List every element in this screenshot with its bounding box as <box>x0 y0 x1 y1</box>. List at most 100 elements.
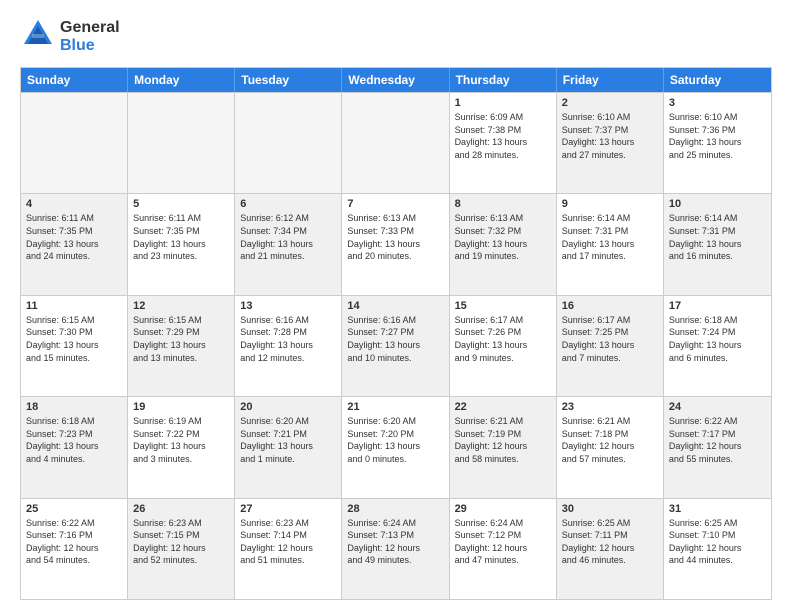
calendar-cell: 11 Sunrise: 6:15 AM Sunset: 7:30 PM Dayli… <box>21 296 128 396</box>
calendar-cell: 9 Sunrise: 6:14 AM Sunset: 7:31 PM Daylig… <box>557 194 664 294</box>
calendar-row: 25 Sunrise: 6:22 AM Sunset: 7:16 PM Dayli… <box>21 498 771 599</box>
calendar-header-cell: Wednesday <box>342 68 449 92</box>
day-number: 22 <box>455 401 551 413</box>
calendar-row: 1 Sunrise: 6:09 AM Sunset: 7:38 PM Daylig… <box>21 92 771 193</box>
day-info: Sunrise: 6:11 AM Sunset: 7:35 PM Dayligh… <box>26 212 122 262</box>
day-number: 25 <box>26 503 122 515</box>
day-number: 23 <box>562 401 658 413</box>
calendar-cell: 22 Sunrise: 6:21 AM Sunset: 7:19 PM Dayli… <box>450 397 557 497</box>
calendar-cell: 28Sunrise: 6:24 AM Sunset: 7:13 PM Dayli… <box>342 499 449 599</box>
day-number: 1 <box>455 97 551 109</box>
day-info: Sunrise: 6:10 AM Sunset: 7:36 PM Dayligh… <box>669 111 766 161</box>
day-info: Sunrise: 6:23 AM Sunset: 7:15 PM Dayligh… <box>133 517 229 567</box>
calendar-cell <box>21 93 128 193</box>
day-number: 13 <box>240 300 336 312</box>
calendar-cell: 18 Sunrise: 6:18 AM Sunset: 7:23 PM Dayli… <box>21 397 128 497</box>
logo-icon <box>20 16 56 57</box>
calendar-cell: 10Sunrise: 6:14 AM Sunset: 7:31 PM Dayli… <box>664 194 771 294</box>
calendar-header-cell: Thursday <box>450 68 557 92</box>
day-number: 18 <box>26 401 122 413</box>
calendar-header-cell: Friday <box>557 68 664 92</box>
logo-text: General Blue <box>60 19 120 55</box>
calendar-cell: 8 Sunrise: 6:13 AM Sunset: 7:32 PM Daylig… <box>450 194 557 294</box>
day-number: 11 <box>26 300 122 312</box>
calendar-cell <box>342 93 449 193</box>
calendar-cell: 6 Sunrise: 6:12 AM Sunset: 7:34 PM Daylig… <box>235 194 342 294</box>
day-info: Sunrise: 6:24 AM Sunset: 7:12 PM Dayligh… <box>455 517 551 567</box>
day-info: Sunrise: 6:24 AM Sunset: 7:13 PM Dayligh… <box>347 517 443 567</box>
calendar-header-cell: Sunday <box>21 68 128 92</box>
day-info: Sunrise: 6:21 AM Sunset: 7:18 PM Dayligh… <box>562 415 658 465</box>
day-info: Sunrise: 6:15 AM Sunset: 7:30 PM Dayligh… <box>26 314 122 364</box>
day-number: 4 <box>26 198 122 210</box>
day-number: 9 <box>562 198 658 210</box>
calendar-cell: 1 Sunrise: 6:09 AM Sunset: 7:38 PM Daylig… <box>450 93 557 193</box>
day-info: Sunrise: 6:18 AM Sunset: 7:24 PM Dayligh… <box>669 314 766 364</box>
day-number: 12 <box>133 300 229 312</box>
page: General Blue SundayMondayTuesdayWednesda… <box>0 0 792 612</box>
day-number: 26 <box>133 503 229 515</box>
day-number: 15 <box>455 300 551 312</box>
day-info: Sunrise: 6:13 AM Sunset: 7:32 PM Dayligh… <box>455 212 551 262</box>
calendar-cell: 15 Sunrise: 6:17 AM Sunset: 7:26 PM Dayli… <box>450 296 557 396</box>
day-info: Sunrise: 6:23 AM Sunset: 7:14 PM Dayligh… <box>240 517 336 567</box>
calendar-cell: 19 Sunrise: 6:19 AM Sunset: 7:22 PM Dayli… <box>128 397 235 497</box>
day-info: Sunrise: 6:11 AM Sunset: 7:35 PM Dayligh… <box>133 212 229 262</box>
day-info: Sunrise: 6:17 AM Sunset: 7:25 PM Dayligh… <box>562 314 658 364</box>
calendar-cell: 16Sunrise: 6:17 AM Sunset: 7:25 PM Dayli… <box>557 296 664 396</box>
calendar-cell: 12 Sunrise: 6:15 AM Sunset: 7:29 PM Dayli… <box>128 296 235 396</box>
calendar-cell: 17 Sunrise: 6:18 AM Sunset: 7:24 PM Dayli… <box>664 296 771 396</box>
day-number: 30 <box>562 503 658 515</box>
day-info: Sunrise: 6:15 AM Sunset: 7:29 PM Dayligh… <box>133 314 229 364</box>
day-info: Sunrise: 6:21 AM Sunset: 7:19 PM Dayligh… <box>455 415 551 465</box>
day-number: 5 <box>133 198 229 210</box>
calendar: SundayMondayTuesdayWednesdayThursdayFrid… <box>20 67 772 600</box>
calendar-cell: 29 Sunrise: 6:24 AM Sunset: 7:12 PM Dayli… <box>450 499 557 599</box>
calendar-cell <box>128 93 235 193</box>
calendar-cell: 14Sunrise: 6:16 AM Sunset: 7:27 PM Dayli… <box>342 296 449 396</box>
day-number: 29 <box>455 503 551 515</box>
calendar-header-cell: Tuesday <box>235 68 342 92</box>
calendar-cell: 26 Sunrise: 6:23 AM Sunset: 7:15 PM Dayli… <box>128 499 235 599</box>
calendar-cell: 13Sunrise: 6:16 AM Sunset: 7:28 PM Dayli… <box>235 296 342 396</box>
day-info: Sunrise: 6:25 AM Sunset: 7:10 PM Dayligh… <box>669 517 766 567</box>
day-info: Sunrise: 6:22 AM Sunset: 7:17 PM Dayligh… <box>669 415 766 465</box>
day-info: Sunrise: 6:19 AM Sunset: 7:22 PM Dayligh… <box>133 415 229 465</box>
day-number: 3 <box>669 97 766 109</box>
day-info: Sunrise: 6:20 AM Sunset: 7:21 PM Dayligh… <box>240 415 336 465</box>
calendar-cell <box>235 93 342 193</box>
calendar-cell: 23 Sunrise: 6:21 AM Sunset: 7:18 PM Dayli… <box>557 397 664 497</box>
calendar-cell: 21Sunrise: 6:20 AM Sunset: 7:20 PM Dayli… <box>342 397 449 497</box>
day-number: 17 <box>669 300 766 312</box>
header: General Blue <box>20 16 772 57</box>
day-number: 8 <box>455 198 551 210</box>
day-number: 14 <box>347 300 443 312</box>
day-number: 27 <box>240 503 336 515</box>
day-info: Sunrise: 6:09 AM Sunset: 7:38 PM Dayligh… <box>455 111 551 161</box>
day-info: Sunrise: 6:13 AM Sunset: 7:33 PM Dayligh… <box>347 212 443 262</box>
calendar-cell: 30 Sunrise: 6:25 AM Sunset: 7:11 PM Dayli… <box>557 499 664 599</box>
day-info: Sunrise: 6:18 AM Sunset: 7:23 PM Dayligh… <box>26 415 122 465</box>
calendar-cell: 7Sunrise: 6:13 AM Sunset: 7:33 PM Daylig… <box>342 194 449 294</box>
calendar-cell: 3 Sunrise: 6:10 AM Sunset: 7:36 PM Daylig… <box>664 93 771 193</box>
day-number: 6 <box>240 198 336 210</box>
day-info: Sunrise: 6:25 AM Sunset: 7:11 PM Dayligh… <box>562 517 658 567</box>
calendar-cell: 5 Sunrise: 6:11 AM Sunset: 7:35 PM Daylig… <box>128 194 235 294</box>
calendar-cell: 25 Sunrise: 6:22 AM Sunset: 7:16 PM Dayli… <box>21 499 128 599</box>
day-info: Sunrise: 6:22 AM Sunset: 7:16 PM Dayligh… <box>26 517 122 567</box>
calendar-cell: 4 Sunrise: 6:11 AM Sunset: 7:35 PM Daylig… <box>21 194 128 294</box>
calendar-header-row: SundayMondayTuesdayWednesdayThursdayFrid… <box>21 68 771 92</box>
calendar-cell: 2Sunrise: 6:10 AM Sunset: 7:37 PM Daylig… <box>557 93 664 193</box>
day-info: Sunrise: 6:10 AM Sunset: 7:37 PM Dayligh… <box>562 111 658 161</box>
day-number: 21 <box>347 401 443 413</box>
calendar-row: 18 Sunrise: 6:18 AM Sunset: 7:23 PM Dayli… <box>21 396 771 497</box>
day-number: 19 <box>133 401 229 413</box>
day-info: Sunrise: 6:14 AM Sunset: 7:31 PM Dayligh… <box>562 212 658 262</box>
logo: General Blue <box>20 16 120 57</box>
day-info: Sunrise: 6:12 AM Sunset: 7:34 PM Dayligh… <box>240 212 336 262</box>
calendar-cell: 31Sunrise: 6:25 AM Sunset: 7:10 PM Dayli… <box>664 499 771 599</box>
calendar-row: 4 Sunrise: 6:11 AM Sunset: 7:35 PM Daylig… <box>21 193 771 294</box>
day-number: 24 <box>669 401 766 413</box>
day-info: Sunrise: 6:17 AM Sunset: 7:26 PM Dayligh… <box>455 314 551 364</box>
calendar-cell: 27 Sunrise: 6:23 AM Sunset: 7:14 PM Dayli… <box>235 499 342 599</box>
